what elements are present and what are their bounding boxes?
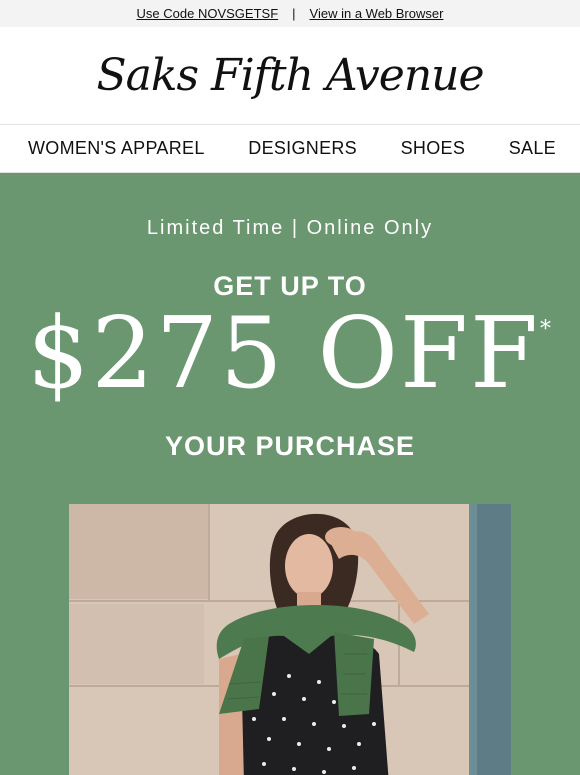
hero-subline: Limited Time | Online Only bbox=[146, 217, 434, 239]
promo-code-link[interactable]: Use Code NOVSGETSF bbox=[137, 6, 279, 21]
top-bar: Use Code NOVSGETSF | View in a Web Brows… bbox=[0, 0, 580, 27]
hero-banner[interactable]: Limited Time | Online Only GET UP TO $27… bbox=[0, 173, 580, 775]
nav-item-shoes[interactable]: SHOES bbox=[401, 138, 466, 159]
web-browser-link[interactable]: View in a Web Browser bbox=[310, 6, 444, 21]
hero-discount-amount: $275 OFF* bbox=[0, 305, 580, 403]
header: Saks Fifth Avenue bbox=[0, 27, 580, 125]
model-photo-illustration bbox=[69, 504, 511, 775]
nav-item-sale[interactable]: SALE bbox=[509, 138, 556, 159]
disclaimer-asterisk: * bbox=[539, 317, 553, 342]
saks-logo[interactable]: Saks Fifth Avenue bbox=[96, 50, 484, 101]
nav-item-womens-apparel[interactable]: WOMEN'S APPAREL bbox=[28, 138, 205, 159]
topbar-separator: | bbox=[292, 6, 296, 21]
nav-item-designers[interactable]: DESIGNERS bbox=[248, 138, 357, 159]
discount-value: $275 OFF bbox=[27, 297, 540, 411]
main-navigation: WOMEN'S APPAREL DESIGNERS SHOES SALE bbox=[0, 125, 580, 173]
hero-model-photo[interactable] bbox=[69, 504, 511, 775]
hero-headline-bottom: YOUR PURCHASE bbox=[164, 431, 416, 461]
